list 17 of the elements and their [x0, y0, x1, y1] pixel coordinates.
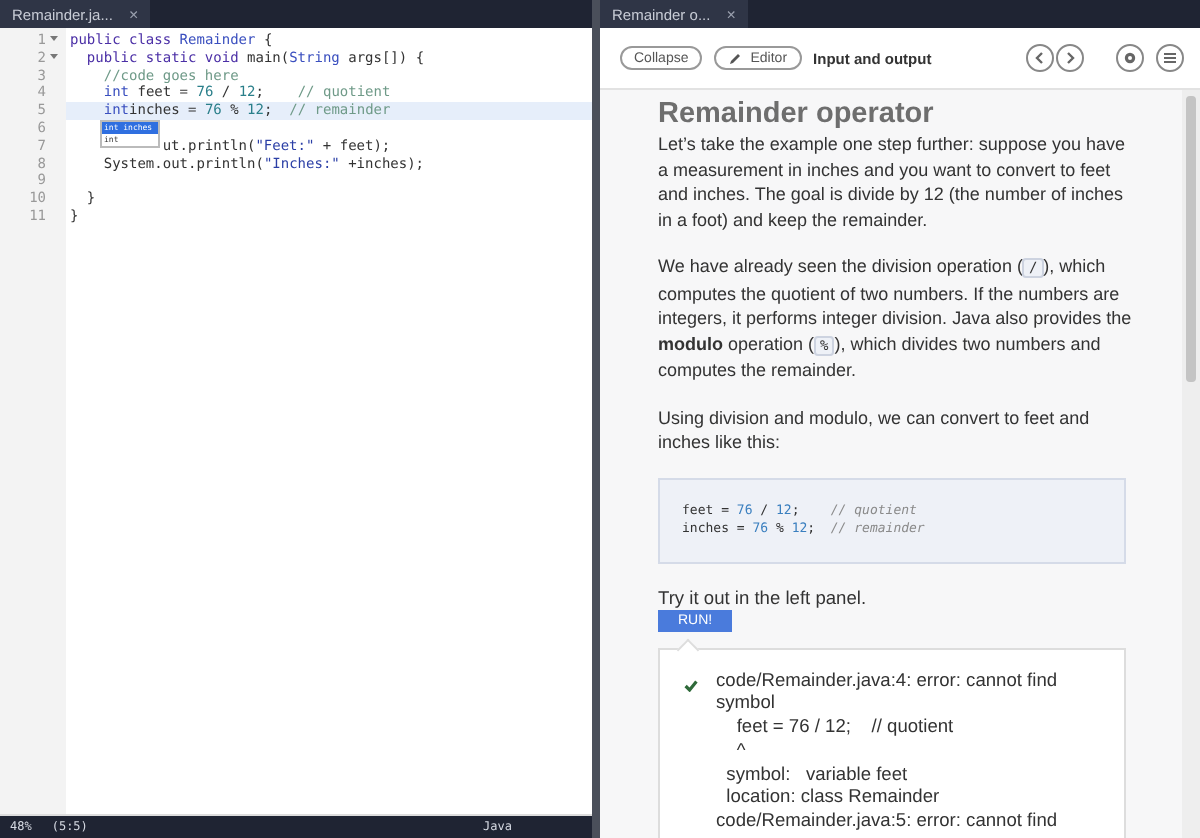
output-text: code/Remainder.java:4: error: cannot find symbol feet = 76 / 12; // quotient ^ symbol: variable feet location: class Remainder code/Remainder.java:5: error: cannot find — [716, 669, 1058, 835]
lesson-title: Remainder operator — [658, 98, 936, 130]
next-icon — [1062, 50, 1078, 66]
settings-button[interactable] — [1116, 44, 1144, 72]
settings-icon — [1122, 50, 1138, 66]
pencil-icon — [728, 51, 743, 65]
previous-icon — [1032, 50, 1048, 66]
next-button[interactable] — [1056, 44, 1084, 72]
previous-button[interactable] — [1026, 44, 1054, 72]
paragraph: Let’s take the example one step further: suppose you have a measurement in inches and you want to convert to feet and inches. The goal is divide by 12 (the number of inches in a foot) and keep the remainder. — [658, 132, 1127, 232]
menu-button[interactable] — [1156, 44, 1184, 72]
paragraph: Using division and modulo, we can convert to feet and inches like this: — [658, 405, 1092, 455]
close-icon[interactable]: × — [726, 5, 736, 23]
scrollbar[interactable] — [1182, 90, 1200, 838]
close-icon[interactable]: × — [128, 5, 139, 23]
instruction-text: Try it out in the left panel. — [658, 587, 869, 607]
menu-icon — [1162, 50, 1178, 66]
